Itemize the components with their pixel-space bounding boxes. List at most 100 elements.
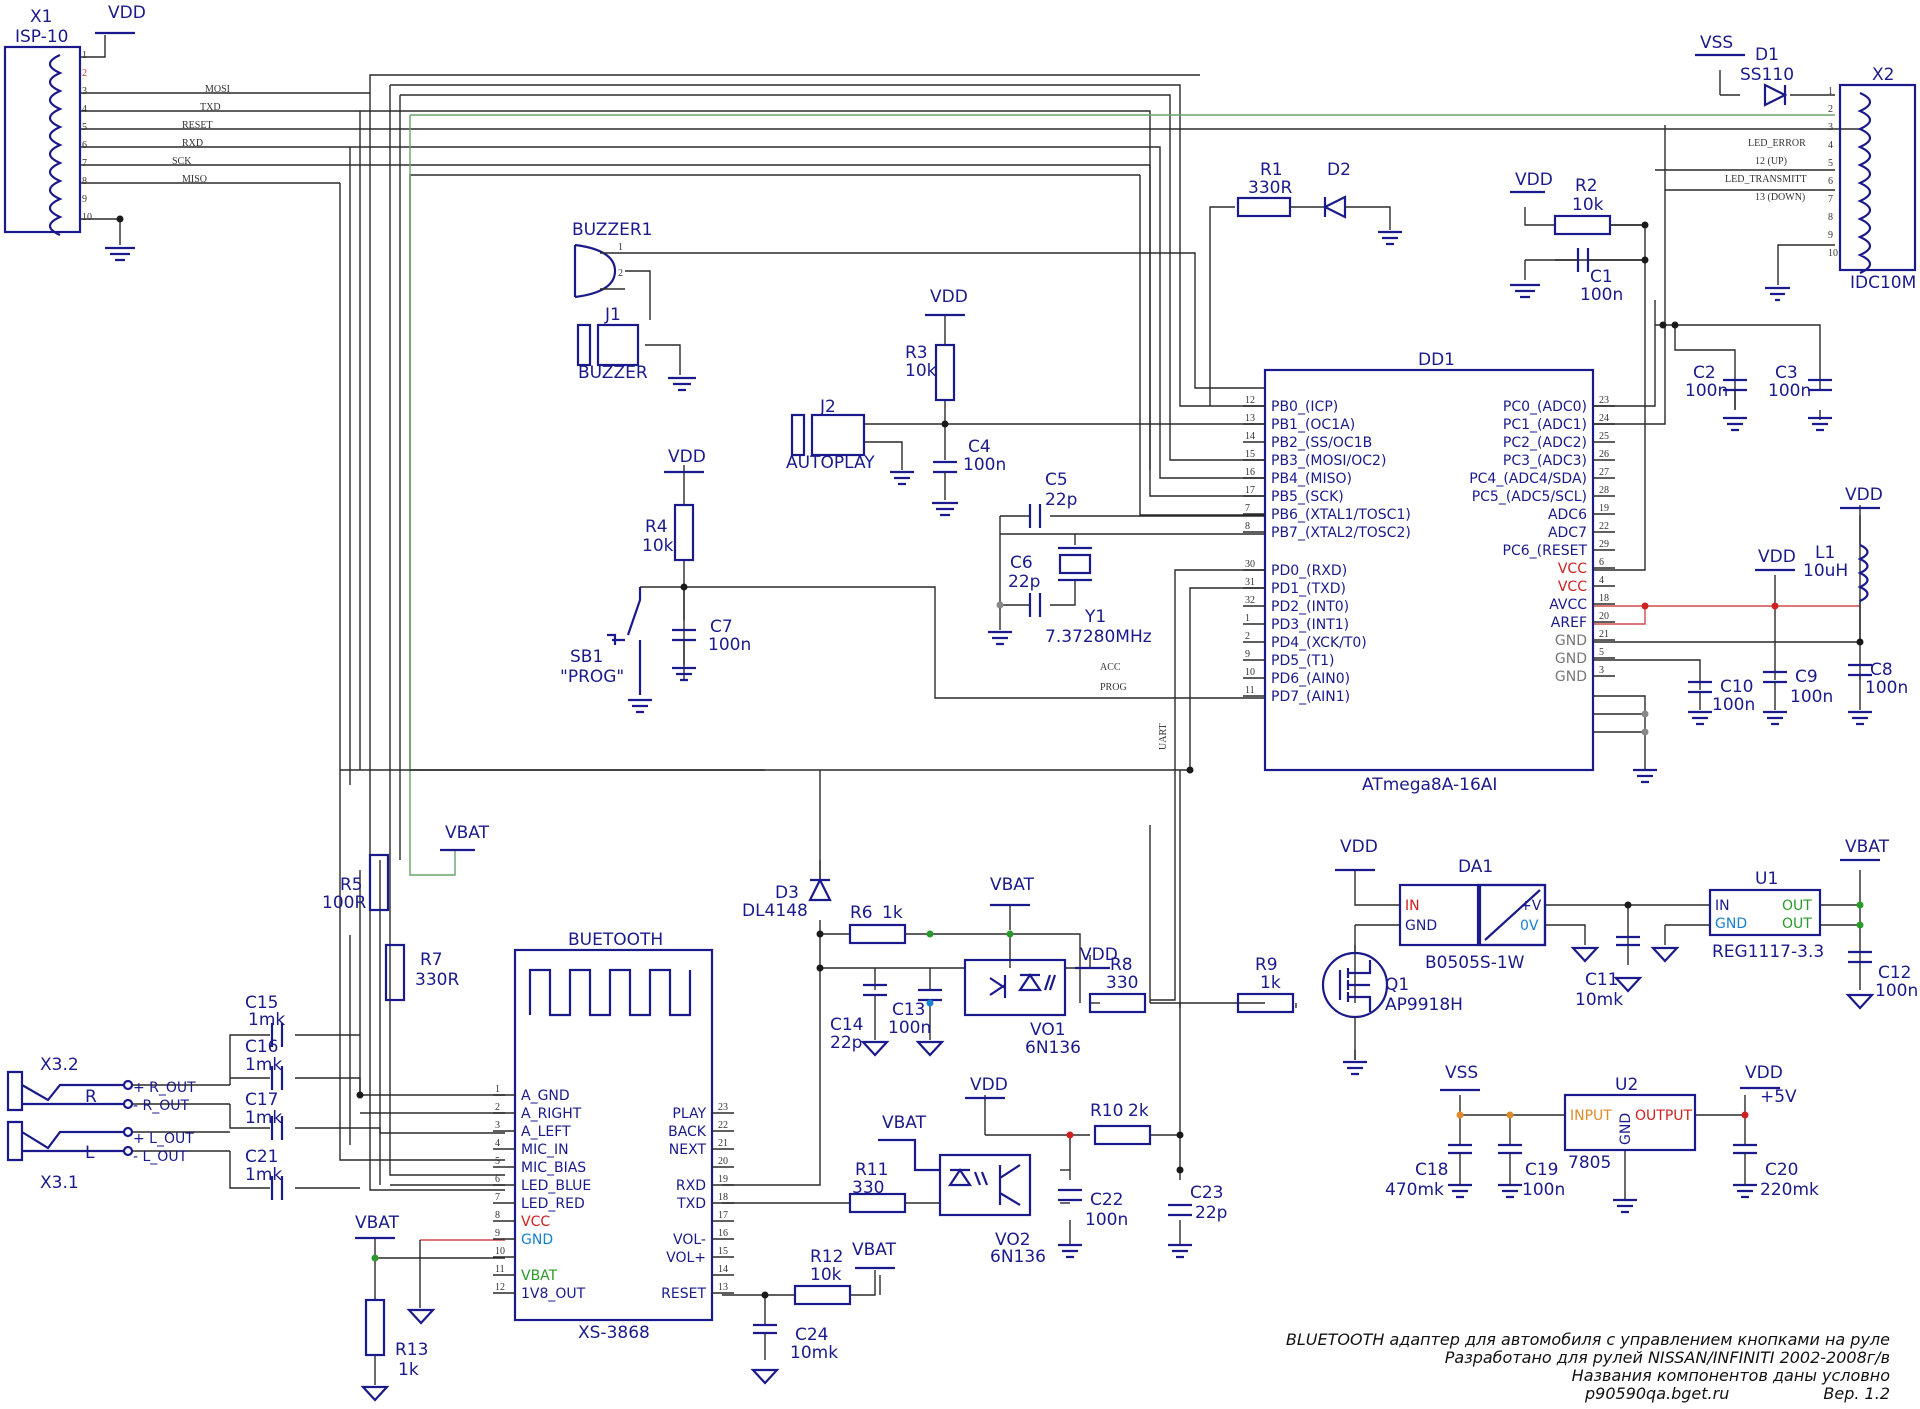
dd1-left-pin-number: 30: [1245, 559, 1255, 570]
footer-site: p90590qa.bget.ru: [1584, 1384, 1729, 1403]
bt-right-pin-number: 15: [718, 1246, 728, 1257]
dd1-right-pin-number: 20: [1599, 611, 1609, 622]
x3-1-ref: X3.1: [40, 1173, 79, 1193]
r6-ref: R6: [850, 903, 873, 923]
u2-part: 7805: [1568, 1153, 1611, 1173]
dd1-left-pin-label: PB6_(XTAL1/TOSC1): [1271, 507, 1411, 523]
l1-ref: L1: [1815, 543, 1835, 563]
dd1-left-pin-number: 8: [1245, 521, 1250, 532]
r12-ref: R12: [810, 1247, 843, 1267]
dd1-left-pin-label: PB1_(OC1A): [1271, 417, 1355, 433]
r-out-plus: + R_OUT: [133, 1080, 196, 1096]
c18-value: 470mk: [1385, 1180, 1444, 1200]
vbat-label-vo2: VBAT: [882, 1113, 927, 1133]
buzzer-pin1: 1: [618, 242, 623, 253]
c21-value: 1mk: [245, 1165, 282, 1185]
c23-value: 22p: [1195, 1203, 1227, 1223]
da1-pv-label: +V: [1520, 898, 1542, 914]
q1-value: AP9918H: [1385, 995, 1463, 1015]
c2-value: 100n: [1685, 381, 1728, 401]
c11-value: 10mk: [1575, 990, 1623, 1010]
c7-ref: C7: [710, 617, 733, 637]
x2-pin8: 8: [1828, 212, 1833, 223]
r1-value: 330R: [1248, 178, 1292, 198]
r4-ref: R4: [645, 517, 668, 537]
signal-prog: PROG: [1100, 682, 1127, 693]
bt-left-pin-label: 1V8_OUT: [521, 1286, 586, 1302]
dd1-right-pin-number: 6: [1599, 557, 1604, 568]
dd1-left-pin-number: 2: [1245, 631, 1250, 642]
signal-sck: SCK: [172, 156, 192, 167]
x1-pin2: 2: [82, 68, 87, 79]
c14-ref: C14: [830, 1015, 864, 1035]
r5-value: 100R: [322, 893, 366, 913]
bt-left-pin-label: VCC: [521, 1214, 550, 1230]
dd1-right-pin-label: AVCC: [1549, 597, 1587, 613]
c6-value: 22p: [1008, 572, 1040, 592]
bt-right-pin-label: VOL+: [666, 1250, 706, 1266]
r4-c7-sb1-group: VDD R4 10k C7 100n SB1 "PROG": [560, 447, 751, 714]
x1-type: ISP-10: [15, 27, 68, 47]
c1-value: 100n: [1580, 285, 1623, 305]
c20-ref: C20: [1765, 1160, 1799, 1180]
bt-left-pin-label: A_RIGHT: [521, 1106, 582, 1122]
vbat-label-u1: VBAT: [1845, 837, 1890, 857]
bt-left-pin-number: 1: [495, 1084, 500, 1095]
vdd-label-r2: VDD: [1515, 170, 1553, 190]
dd1-right-pin-number: 5: [1599, 647, 1604, 658]
d3-value: DL4148: [742, 901, 808, 921]
dd1-left-pin-label: PD6_(AIN0): [1271, 671, 1350, 687]
r10-ref: R10: [1090, 1101, 1123, 1121]
da1-part: B0505S-1W: [1425, 953, 1525, 973]
signal-mosi: MOSI: [205, 84, 230, 95]
bt-right-pin-label: NEXT: [669, 1142, 707, 1158]
dd1-right-pin-number: 22: [1599, 521, 1609, 532]
c17-value: 1mk: [245, 1108, 282, 1128]
c7-value: 100n: [708, 635, 751, 655]
da1-in-label: IN: [1405, 898, 1420, 914]
dd1-right-pin-label: GND: [1555, 633, 1587, 649]
c4-ref: C4: [968, 437, 991, 457]
dd1-right-pin-label: VCC: [1558, 579, 1587, 595]
bt-left-pin-number: 8: [495, 1210, 500, 1221]
reset-group: R12 10k VBAT C24 10mk: [750, 1240, 897, 1385]
dd1-right-pin-label: PC2_(ADC2): [1503, 435, 1587, 451]
y1-value: 7.37280MHz: [1045, 627, 1152, 647]
x2-ref: X2: [1872, 65, 1894, 85]
bt-right-pin-label: PLAY: [672, 1106, 706, 1122]
dd1-left-pin-label: PD1_(TXD): [1271, 581, 1346, 597]
dd1-right-pin-label: VCC: [1558, 561, 1587, 577]
vss-label-x2: VSS: [1700, 33, 1733, 53]
x1-pin9: 9: [82, 194, 87, 205]
dd1-right-pin-number: 24: [1599, 413, 1609, 424]
r11-ref: R11: [855, 1160, 888, 1180]
vo1-value: 6N136: [1025, 1038, 1081, 1058]
da1-0v-label: 0V: [1520, 918, 1539, 934]
footer-line3: Названия компонентов даны условно: [1572, 1366, 1891, 1385]
u1-gnd-label: GND: [1715, 916, 1747, 932]
r2-c1-group: VDD R2 10k C1 100n: [1510, 170, 1649, 305]
signal-rxd: RXD: [182, 138, 203, 149]
buzzer-group: BUZZER1 1 2 J1 BUZZER: [572, 220, 696, 392]
dd1-right-pin-label: ADC6: [1548, 507, 1587, 523]
r3-value: 10k: [905, 361, 937, 381]
x1-pin6: 6: [82, 140, 87, 151]
dd1-part: ATmega8A-16AI: [1362, 775, 1497, 795]
dd1-left-pin-label: PD5_(T1): [1271, 653, 1335, 669]
r8-ref: R8: [1110, 955, 1133, 975]
r13-group: VBAT R13 1k: [355, 1213, 436, 1402]
r1-ref: R1: [1260, 160, 1283, 180]
signal-13-down: 13 (DOWN): [1755, 192, 1805, 203]
r9-ref: R9: [1255, 955, 1278, 975]
r4-value: 10k: [642, 536, 674, 556]
dd1-left-pin-number: 14: [1245, 431, 1255, 442]
vbat-label-vo1: VBAT: [990, 875, 1035, 895]
u2-output-label: OUTPUT: [1635, 1108, 1693, 1124]
x2-pin1: 1: [1828, 86, 1833, 97]
c5-value: 22p: [1045, 490, 1077, 510]
dd1-right-pin-number: 18: [1599, 593, 1609, 604]
dd1-left-pin-number: 9: [1245, 649, 1250, 660]
bt-left-pin-label: GND: [521, 1232, 553, 1248]
r1-d2-group: R1 330R D2: [1236, 160, 1402, 246]
bt-left-pin-label: MIC_BIAS: [521, 1160, 586, 1176]
